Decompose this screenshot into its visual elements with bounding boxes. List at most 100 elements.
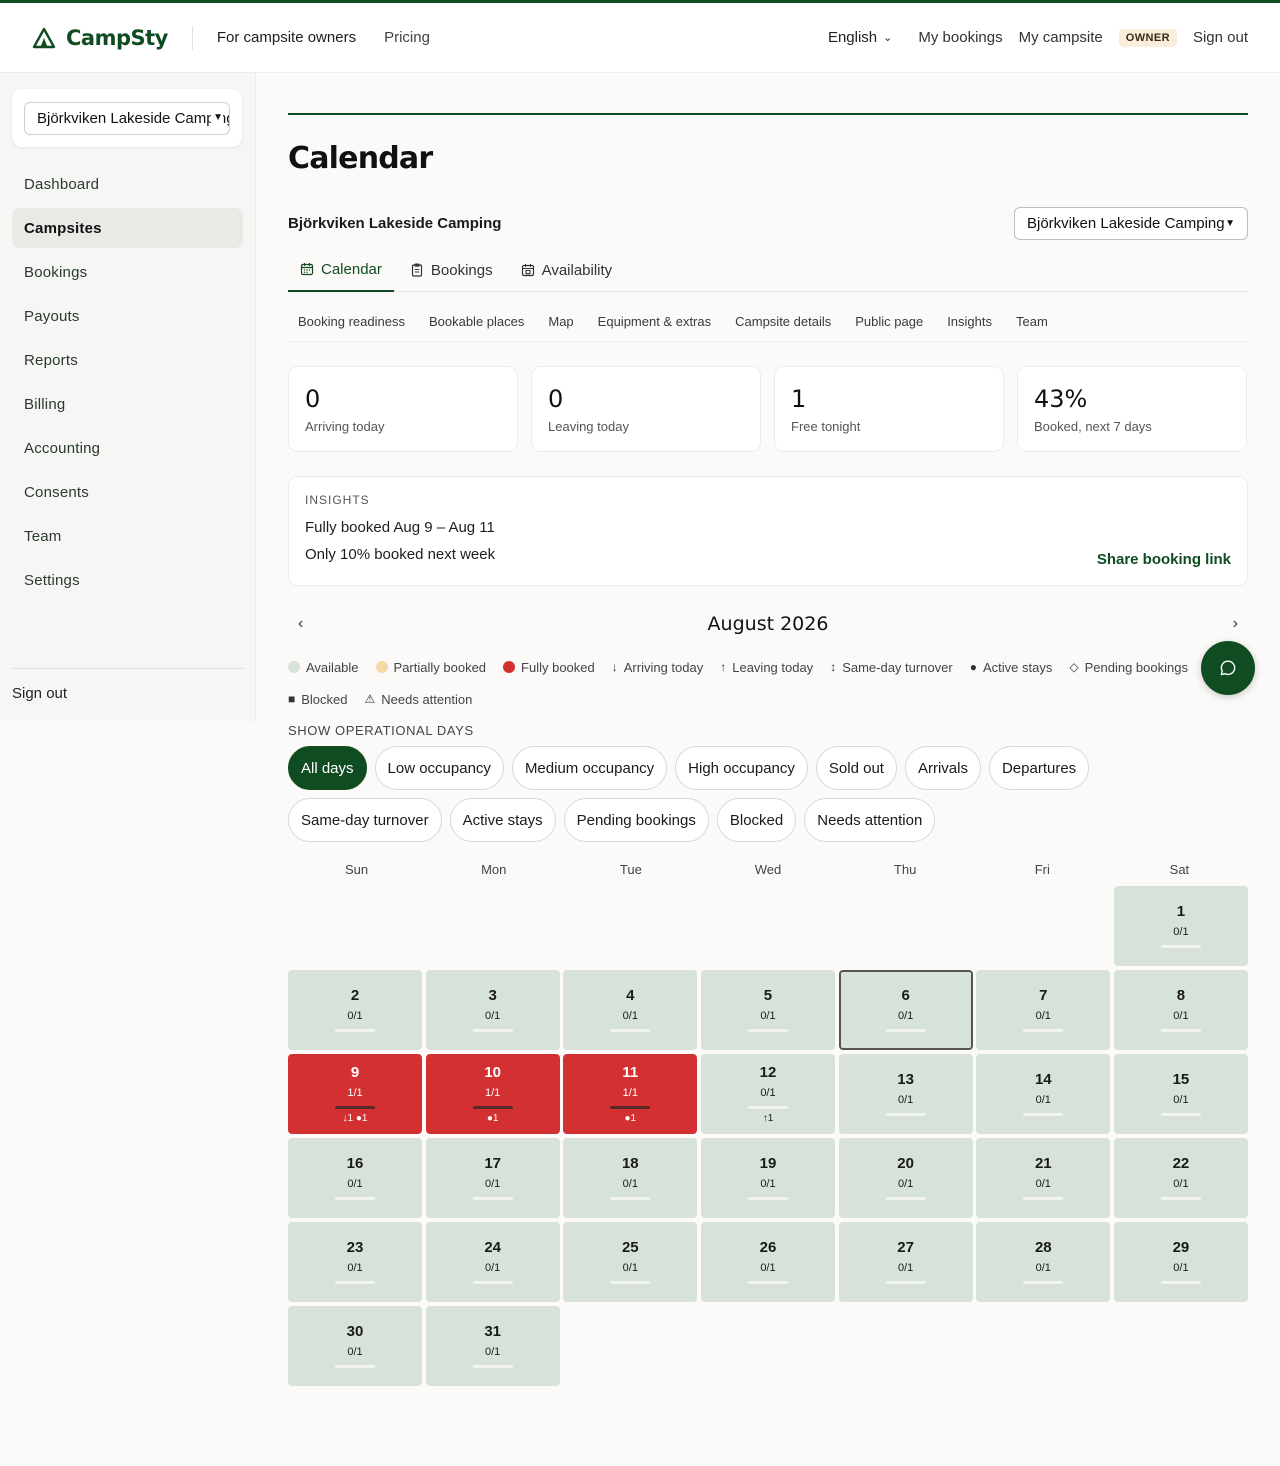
- calendar-day[interactable]: 13 0/1: [838, 1054, 973, 1134]
- legend-symbol: ↓: [611, 660, 618, 674]
- tab-availability[interactable]: Availability: [509, 248, 625, 292]
- chat-button[interactable]: [1201, 641, 1255, 695]
- subtab-insights[interactable]: Insights: [937, 314, 1002, 329]
- stat-label: Booked, next 7 days: [1034, 419, 1152, 434]
- sidebar-item-payouts[interactable]: Payouts: [12, 296, 243, 336]
- calendar-day[interactable]: 6 0/1: [838, 970, 973, 1050]
- calendar-day[interactable]: 28 0/1: [976, 1222, 1111, 1302]
- calendar-day[interactable]: 29 0/1: [1113, 1222, 1248, 1302]
- calendar-day[interactable]: 24 0/1: [425, 1222, 560, 1302]
- calendar-day[interactable]: 15 0/1: [1113, 1054, 1248, 1134]
- sidebar-divider: [12, 668, 244, 669]
- weekday-label: Wed: [754, 862, 782, 877]
- stat-label: Free tonight: [791, 419, 861, 434]
- occupancy-bar: [335, 1197, 375, 1200]
- calendar-day[interactable]: 2 0/1: [288, 970, 422, 1050]
- filter-chip-low-occupancy[interactable]: Low occupancy: [374, 746, 504, 790]
- day-number: 13: [897, 1071, 914, 1088]
- sidebar-item-team[interactable]: Team: [12, 516, 243, 556]
- sidebar-sign-out-link[interactable]: Sign out: [12, 685, 67, 702]
- month-navigation: ‹ August 2026 ›: [288, 613, 1248, 639]
- filter-chip-needs-attention[interactable]: Needs attention: [804, 798, 936, 842]
- calendar-day[interactable]: 22 0/1: [1113, 1138, 1248, 1218]
- calendar-day[interactable]: 8 0/1: [1113, 970, 1248, 1050]
- calendar-legend: Available Partially booked Fully booked ↓ Ar…: [288, 658, 1218, 708]
- filter-chip-pending-bookings[interactable]: Pending bookings: [563, 798, 709, 842]
- calendar-day[interactable]: 10 1/1 ●1: [425, 1054, 560, 1134]
- calendar-day[interactable]: 19 0/1: [700, 1138, 835, 1218]
- legend-label: Pending bookings: [1084, 659, 1188, 675]
- calendar-day[interactable]: 23 0/1: [288, 1222, 422, 1302]
- sidebar-campsite-select[interactable]: Björkviken Lakeside Camping ▼: [24, 102, 230, 135]
- sidebar-item-campsites[interactable]: Campsites: [12, 208, 243, 248]
- subtab-booking-readiness[interactable]: Booking readiness: [288, 314, 415, 329]
- stat-value: 1: [791, 385, 807, 413]
- header-sign-out-link[interactable]: Sign out: [1193, 29, 1248, 46]
- calendar-day[interactable]: 30 0/1: [288, 1306, 422, 1386]
- campsite-select[interactable]: Björkviken Lakeside Camping ▼: [1014, 207, 1248, 240]
- calendar-day[interactable]: 1 0/1: [1113, 886, 1248, 966]
- calendar-day[interactable]: 17 0/1: [425, 1138, 560, 1218]
- filter-chip-departures[interactable]: Departures: [988, 746, 1090, 790]
- filter-chip-blocked[interactable]: Blocked: [716, 798, 797, 842]
- day-number: 28: [1034, 1239, 1052, 1256]
- weekday-label: Mon: [481, 862, 507, 877]
- filter-chip-medium-occupancy[interactable]: Medium occupancy: [511, 746, 668, 790]
- sidebar-item-settings[interactable]: Settings: [12, 560, 243, 600]
- tab-calendar[interactable]: Calendar: [288, 248, 394, 292]
- filter-chip-same-day-turnover[interactable]: Same-day turnover: [288, 798, 442, 842]
- share-booking-link[interactable]: Share booking link: [1097, 551, 1231, 568]
- calendar-day[interactable]: 26 0/1: [700, 1222, 835, 1302]
- calendar-day[interactable]: 11 1/1 ●1: [563, 1054, 698, 1134]
- filter-chip-all-days[interactable]: All days: [288, 746, 367, 790]
- calendar-day[interactable]: 9 1/1 ↓1 ●1: [288, 1054, 422, 1134]
- sidebar-item-reports[interactable]: Reports: [12, 340, 243, 380]
- calendar-day[interactable]: 16 0/1: [288, 1138, 422, 1218]
- sidebar-item-dashboard[interactable]: Dashboard: [12, 164, 243, 204]
- sidebar-item-accounting[interactable]: Accounting: [12, 428, 243, 468]
- calendar-day[interactable]: 18 0/1: [563, 1138, 698, 1218]
- filter-chip-high-occupancy[interactable]: High occupancy: [675, 746, 808, 790]
- calendar-day[interactable]: 12 0/1 ↑1: [700, 1054, 835, 1134]
- header-divider: [191, 25, 193, 50]
- calendar-day[interactable]: 4 0/1: [563, 970, 698, 1050]
- calendar-day[interactable]: 25 0/1: [563, 1222, 698, 1302]
- legend-item: ● Active stays: [970, 658, 1053, 676]
- day-number: 6: [901, 987, 910, 1004]
- brand-logo[interactable]: CampSty: [32, 26, 168, 50]
- calendar-day[interactable]: 20 0/1: [838, 1138, 973, 1218]
- my-campsite-link[interactable]: My campsite: [1019, 29, 1103, 46]
- pricing-link[interactable]: Pricing: [384, 29, 430, 46]
- sidebar-item-bookings[interactable]: Bookings: [12, 252, 243, 292]
- subtab-campsite-details[interactable]: Campsite details: [725, 314, 841, 329]
- language-label: English: [827, 29, 878, 46]
- filter-chip-arrivals[interactable]: Arrivals: [904, 746, 981, 790]
- calendar-day[interactable]: 27 0/1: [838, 1222, 973, 1302]
- filter-chip-active-stays[interactable]: Active stays: [449, 798, 556, 842]
- calendar-day[interactable]: 5 0/1: [700, 970, 835, 1050]
- day-number: 10: [484, 1064, 501, 1081]
- day-activity-marks: ●1: [624, 1113, 637, 1124]
- subtab-public-page[interactable]: Public page: [845, 314, 933, 329]
- filter-chip-sold-out[interactable]: Sold out: [815, 746, 897, 790]
- calendar-day[interactable]: 14 0/1: [976, 1054, 1111, 1134]
- calendar-day[interactable]: 31 0/1: [425, 1306, 560, 1386]
- subtab-bookable-places[interactable]: Bookable places: [419, 314, 534, 329]
- occupancy-value: 0/1: [485, 1010, 501, 1022]
- day-number: 29: [1172, 1239, 1190, 1256]
- for-campsite-owners-link[interactable]: For campsite owners: [217, 29, 356, 46]
- calendar-day[interactable]: 3 0/1: [425, 970, 560, 1050]
- subtab-team[interactable]: Team: [1006, 314, 1058, 329]
- tab-bookings[interactable]: Bookings: [398, 248, 505, 292]
- calendar-day[interactable]: 21 0/1: [976, 1138, 1111, 1218]
- stats-row: 0 Arriving today 0 Leaving today 1 Free tonig…: [288, 366, 1248, 452]
- subtab-map[interactable]: Map: [538, 314, 583, 329]
- next-month-button[interactable]: ›: [1233, 615, 1238, 633]
- language-selector[interactable]: English ⌄: [828, 29, 892, 46]
- sidebar-item-consents[interactable]: Consents: [12, 472, 243, 512]
- sidebar-item-billing[interactable]: Billing: [12, 384, 243, 424]
- my-bookings-link[interactable]: My bookings: [918, 29, 1002, 46]
- subtab-equipment-extras[interactable]: Equipment & extras: [588, 314, 721, 329]
- occupancy-value: 0/1: [897, 1178, 914, 1190]
- calendar-day[interactable]: 7 0/1: [976, 970, 1111, 1050]
